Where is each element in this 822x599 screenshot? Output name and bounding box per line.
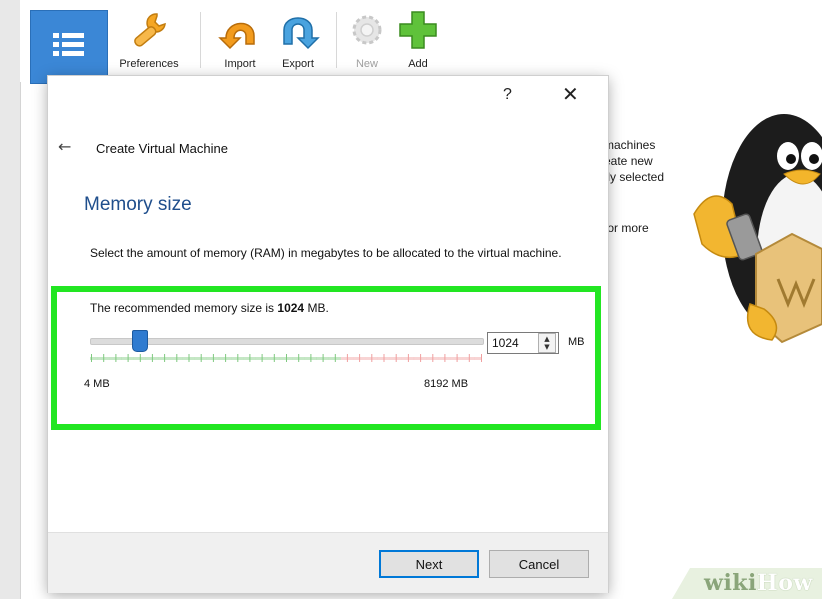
spin-down-icon[interactable]: ▼: [544, 343, 549, 351]
memory-spinbox[interactable]: ▲ ▼: [487, 332, 559, 354]
slider-min-label: 4 MB: [84, 378, 110, 390]
cancel-button[interactable]: Cancel: [489, 550, 589, 578]
tick-mark: [444, 354, 446, 362]
tick-mark: [359, 354, 361, 362]
import-button[interactable]: Import: [212, 8, 268, 80]
tick-mark: [273, 354, 275, 362]
new-label: New: [355, 58, 378, 70]
wikihow-watermark: wikiHow: [704, 570, 813, 596]
sidebar-strip: [0, 0, 21, 599]
add-button[interactable]: Add: [394, 8, 442, 80]
tick-mark: [127, 354, 129, 362]
tick-band: [413, 357, 427, 360]
tick-mark: [91, 354, 92, 362]
import-arrow-icon: [218, 8, 262, 56]
watermark-part2: How: [756, 570, 813, 596]
export-button[interactable]: Export: [270, 8, 326, 80]
memory-input[interactable]: [488, 335, 538, 351]
tick-band: [474, 357, 482, 360]
import-label: Import: [224, 58, 256, 70]
help-button[interactable]: ?: [503, 86, 512, 104]
wrench-icon: [127, 8, 171, 56]
welcome-line: tly selected: [604, 170, 665, 184]
toolbar-separator: [336, 12, 337, 68]
tick-mark: [212, 354, 214, 362]
tick-band: [133, 357, 146, 360]
slider-max-label: 8192 MB: [424, 378, 469, 390]
tick-band: [328, 357, 341, 360]
tick-mark: [200, 354, 202, 362]
tick-band: [316, 357, 329, 360]
memory-slider-track[interactable]: [90, 338, 484, 345]
tick-mark: [468, 354, 470, 362]
export-label: Export: [282, 58, 314, 70]
list-menu-icon: [51, 29, 87, 65]
memory-slider-thumb[interactable]: [131, 330, 148, 352]
tick-mark: [164, 354, 166, 362]
create-vm-dialog: ? ✕ ← Create Virtual Machine Memory size…: [48, 76, 608, 593]
tick-band: [426, 357, 439, 360]
tick-mark: [139, 354, 141, 362]
tick-mark: [151, 354, 153, 362]
machine-tools-button[interactable]: [30, 10, 108, 84]
tick-mark: [322, 354, 324, 362]
preferences-label: Preferences: [119, 58, 179, 70]
tick-mark: [432, 354, 434, 362]
memory-description: Select the amount of memory (RAM) in meg…: [90, 246, 562, 260]
recommended-memory-text: The recommended memory size is 1024 MB.: [90, 301, 329, 315]
tick-mark: [237, 354, 239, 362]
toolbar-separator: [200, 12, 201, 68]
tick-mark: [407, 354, 409, 362]
export-arrow-icon: [276, 8, 320, 56]
tick-mark: [176, 354, 178, 362]
spin-up-icon[interactable]: ▲: [544, 335, 549, 343]
back-arrow-icon[interactable]: ←: [58, 137, 71, 156]
tick-mark: [371, 354, 373, 362]
spin-arrows[interactable]: ▲ ▼: [538, 333, 556, 353]
tick-mark: [249, 354, 251, 362]
page-heading: Memory size: [84, 194, 192, 215]
tick-mark: [481, 354, 482, 362]
tick-mark: [395, 354, 397, 362]
recommend-suffix: MB.: [304, 301, 329, 315]
tick-mark: [188, 354, 190, 362]
tick-band: [121, 357, 134, 360]
tux-mascot-icon: [692, 104, 822, 348]
welcome-line: machines: [604, 138, 656, 152]
tick-mark: [298, 354, 300, 362]
close-icon[interactable]: ✕: [562, 82, 579, 107]
preferences-button[interactable]: Preferences: [114, 8, 184, 80]
next-button[interactable]: Next: [379, 550, 479, 578]
watermark-part1: wiki: [704, 570, 757, 596]
tick-mark: [383, 354, 385, 362]
tick-mark: [346, 354, 348, 362]
tick-mark: [334, 354, 336, 362]
new-button[interactable]: New: [342, 8, 392, 80]
tick-mark: [115, 354, 117, 362]
tick-mark: [286, 354, 287, 362]
dialog-title: Create Virtual Machine: [96, 141, 228, 156]
tick-mark: [225, 354, 227, 362]
tick-band: [218, 357, 232, 360]
tick-mark: [420, 354, 422, 362]
tick-mark: [456, 354, 458, 362]
welcome-line: for more: [604, 221, 649, 235]
welcome-line: eate new: [604, 154, 653, 168]
plus-icon: [398, 8, 438, 56]
memory-unit-label: MB: [568, 336, 585, 348]
tick-mark: [103, 354, 105, 362]
slider-ticks: [90, 354, 482, 362]
new-gear-icon: [347, 8, 387, 56]
recommend-value: 1024: [277, 301, 305, 315]
tick-mark: [261, 354, 263, 362]
recommend-prefix: The recommended memory size is: [90, 301, 278, 315]
tick-band: [231, 357, 244, 360]
tick-mark: [310, 354, 312, 362]
add-label: Add: [408, 58, 428, 70]
